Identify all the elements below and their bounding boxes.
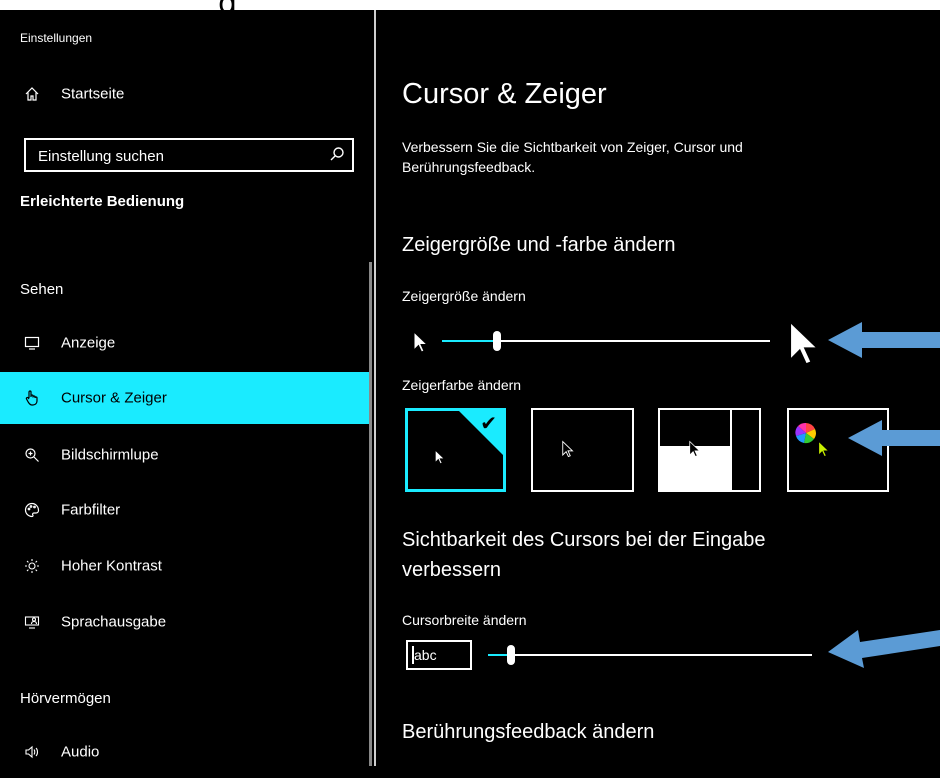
cursor-width-label: Cursorbreite ändern <box>402 612 527 628</box>
sidebar-item-label: Startseite <box>61 85 125 103</box>
pointer-color-black-option[interactable] <box>531 408 634 492</box>
slider-thumb[interactable] <box>507 645 515 665</box>
sidebar-item-cursor-zeiger[interactable]: Cursor & Zeiger <box>0 372 370 424</box>
pointer-color-label: Zeigerfarbe ändern <box>402 377 522 393</box>
sun-icon <box>22 556 42 576</box>
lime-pointer-icon <box>817 440 831 463</box>
white-pointer-icon <box>434 449 446 470</box>
section-heading-sehen: Sehen <box>20 281 64 298</box>
inverted-dark-strip <box>732 410 759 490</box>
narrator-icon <box>22 612 42 632</box>
pointer-size-label: Zeigergröße ändern <box>402 288 526 304</box>
sidebar-item-label: Cursor & Zeiger <box>61 389 167 407</box>
large-pointer-icon <box>786 315 824 376</box>
pointer-size-color-heading: Zeigergröße und -farbe ändern <box>402 234 676 256</box>
top-edge-strip: g <box>0 0 940 21</box>
home-icon <box>22 84 42 104</box>
palette-icon <box>22 500 42 520</box>
pointer-color-inverted-option[interactable] <box>658 408 761 492</box>
slider-fill <box>488 654 507 656</box>
search-input[interactable] <box>36 140 320 172</box>
cursor-visibility-heading: Sichtbarkeit des Cursors bei der Eingabe… <box>402 529 766 581</box>
page-title: Cursor & Zeiger <box>402 78 607 110</box>
inverted-pointer-icon <box>688 440 702 463</box>
section-heading-hoervermoegen: Hörvermögen <box>20 690 111 707</box>
sidebar-item-label: Anzeige <box>61 334 116 352</box>
settings-search-box[interactable] <box>24 138 354 172</box>
cursor-width-slider[interactable] <box>488 645 812 665</box>
sidebar-item-label: Sprachausgabe <box>61 613 167 631</box>
sidebar-item-label: Bildschirmlupe <box>61 446 159 464</box>
sidebar-item-sprachausgabe[interactable]: Sprachausgabe <box>0 596 370 648</box>
hand-pointer-icon <box>22 388 42 408</box>
category-title: Erleichterte Bedienung <box>20 193 185 210</box>
annotation-arrow-1 <box>828 322 940 358</box>
preview-text: abc <box>414 647 437 663</box>
speaker-icon <box>22 742 42 762</box>
pointer-color-white-option[interactable]: ✔ <box>405 408 506 492</box>
slider-track <box>488 654 812 656</box>
touch-feedback-heading: Berührungsfeedback ändern <box>402 721 655 743</box>
annotation-arrow-2 <box>848 420 940 456</box>
monitor-icon <box>22 333 42 353</box>
sidebar-item-label: Farbfilter <box>61 501 121 519</box>
page-description: Verbessern Sie die Sichtbarkeit von Zeig… <box>402 139 743 175</box>
checkmark-icon: ✔ <box>480 411 497 435</box>
slider-thumb[interactable] <box>493 331 501 351</box>
pointer-size-slider[interactable] <box>442 331 770 351</box>
sidebar-scrollbar[interactable] <box>369 262 372 766</box>
sidebar-item-home[interactable]: Startseite <box>0 68 370 120</box>
annotation-arrow-3 <box>828 630 940 668</box>
sidebar-item-audio[interactable]: Audio <box>0 726 370 778</box>
sidebar-item-hoher-kontrast[interactable]: Hoher Kontrast <box>0 540 370 592</box>
slider-fill <box>442 340 493 342</box>
black-pointer-icon <box>561 440 575 463</box>
app-title: Einstellungen <box>20 31 93 45</box>
sidebar: Einstellungen Startseite Erleichterte Be… <box>0 10 370 766</box>
search-icon[interactable] <box>328 145 346 168</box>
sidebar-item-anzeige[interactable]: Anzeige <box>0 317 370 369</box>
sidebar-item-label: Audio <box>61 743 100 761</box>
sidebar-item-bildschirmlupe[interactable]: Bildschirmlupe <box>0 429 370 481</box>
sidebar-item-label: Hoher Kontrast <box>61 557 162 575</box>
sidebar-item-farbfilter[interactable]: Farbfilter <box>0 484 370 536</box>
color-wheel-icon <box>795 422 817 449</box>
small-pointer-icon <box>412 330 430 359</box>
magnifier-plus-icon <box>22 445 42 465</box>
cursor-width-preview: abc <box>406 640 472 670</box>
